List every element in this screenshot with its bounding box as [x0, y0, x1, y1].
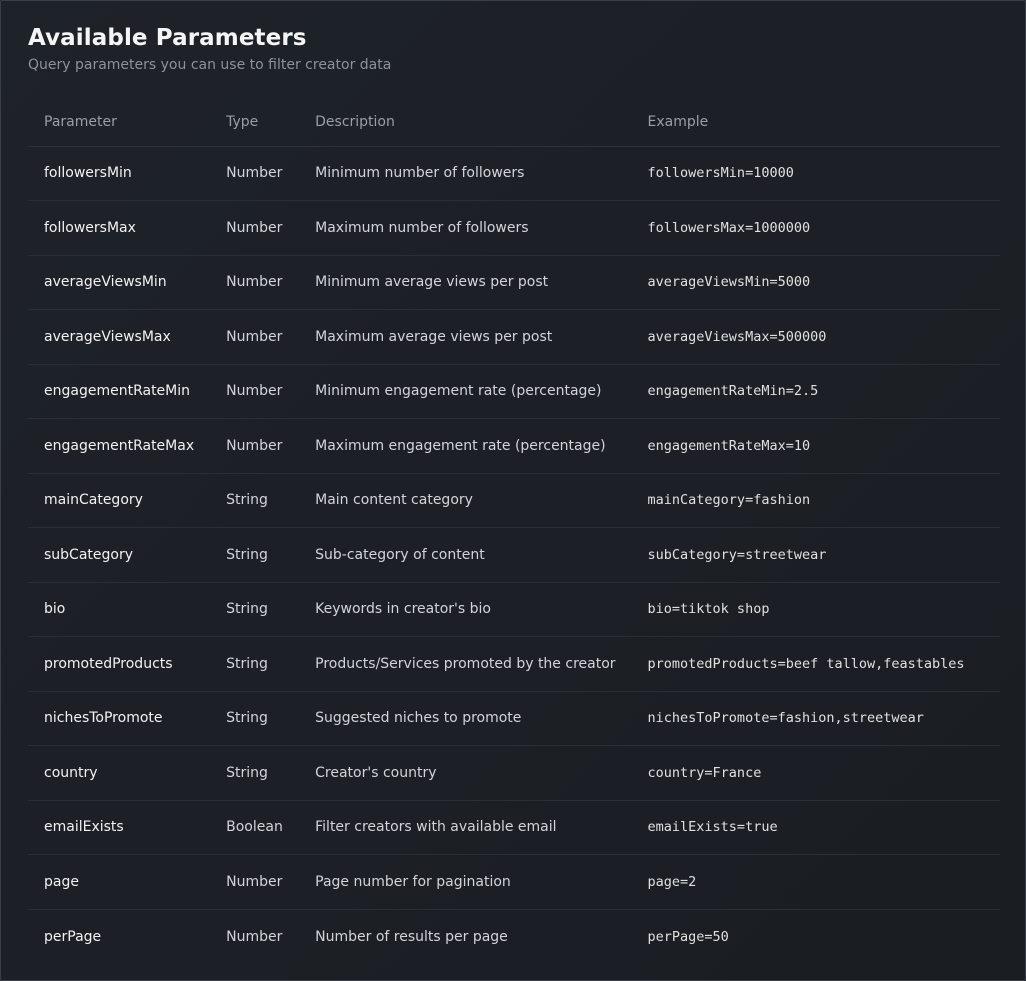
- type-cell: String: [210, 636, 300, 692]
- page-title: Available Parameters: [28, 25, 307, 51]
- column-header-description: Description: [299, 98, 632, 147]
- description-cell: Products/Services promoted by the creato…: [299, 636, 632, 692]
- column-header-example: Example: [631, 98, 1000, 147]
- example-cell: nichesToPromote=fashion,streetwear: [631, 691, 1000, 746]
- example-cell: emailExists=true: [631, 800, 1000, 855]
- example-cell: page=2: [631, 854, 1000, 910]
- type-cell: Number: [226, 928, 283, 945]
- parameter-cell: engagementRateMax: [28, 418, 211, 474]
- table-body: followersMin Number Minimum number of foll…: [28, 146, 1000, 964]
- parameter-cell: nichesToPromote: [28, 691, 211, 746]
- table-row: followersMax Number Maximum number of foll…: [28, 200, 1000, 256]
- description-cell: Minimum number of followers: [299, 146, 632, 201]
- table-row: averageViewsMin Number Minimum average vie…: [28, 255, 1000, 310]
- example-cell: country=France: [631, 745, 1000, 801]
- table-row: followersMin Number Minimum number of foll…: [28, 146, 1000, 201]
- description-cell: Main content category: [299, 473, 632, 528]
- table-row: engagementRateMax Number Maximum engagemen…: [28, 418, 1000, 474]
- type-cell: Number: [210, 309, 300, 365]
- parameter-cell: promotedProducts: [28, 636, 211, 692]
- table-row: bio String Keywords in creator's bio bio=ti…: [28, 582, 1000, 637]
- description-cell: Suggested niches to promote: [299, 691, 632, 746]
- table-row: mainCategory String Main content category m…: [28, 473, 1000, 528]
- table-row: averageViewsMax Number Maximum average vie…: [28, 309, 1000, 365]
- description-cell: Page number for pagination: [299, 854, 632, 910]
- type-cell: String: [210, 745, 300, 801]
- description-cell: Keywords in creator's bio: [299, 582, 632, 637]
- parameter-cell: page: [28, 854, 211, 910]
- description-cell: Minimum engagement rate (percentage): [299, 364, 632, 419]
- parameters-card: Available Parameters Query parameters yo…: [0, 0, 1026, 981]
- parameter-cell: bio: [28, 582, 211, 637]
- parameter-cell: followersMin: [28, 146, 211, 201]
- example-cell: subCategory=streetwear: [631, 527, 1000, 583]
- table-row: engagementRateMin Number Minimum engagemen…: [28, 364, 1000, 419]
- description-cell: Maximum engagement rate (percentage): [299, 418, 632, 474]
- type-cell: Boolean: [210, 800, 300, 855]
- type-cell: String: [210, 473, 300, 528]
- type-cell: Number: [210, 364, 300, 419]
- column-header-type: Type: [210, 98, 300, 147]
- table-row: perPage Number Number of results per page p…: [28, 909, 1000, 964]
- table-header: Parameter Type Description Example: [28, 98, 1000, 147]
- table-row: page Number Page number for pagination page…: [28, 854, 1000, 910]
- parameter-cell: averageViewsMax: [28, 309, 211, 365]
- example-cell: bio=tiktok shop: [631, 582, 1000, 637]
- example-cell: promotedProducts=beef tallow,feastables: [631, 636, 1000, 692]
- example-cell: averageViewsMax=500000: [631, 309, 1000, 365]
- table-row: country String Creator's country country=Fr…: [28, 745, 1000, 801]
- example-cell: engagementRateMin=2.5: [631, 364, 1000, 419]
- type-cell: Number: [210, 255, 300, 310]
- parameter-cell: country: [28, 745, 211, 801]
- header-row: Parameter Type Description Example: [28, 98, 1000, 147]
- description-cell: Creator's country: [299, 745, 632, 801]
- description-cell: Sub-category of content: [299, 527, 632, 583]
- parameter-cell: followersMax: [28, 200, 211, 256]
- description-cell: Maximum average views per post: [299, 309, 632, 365]
- table-row: promotedProducts String Products/Services …: [28, 636, 1000, 692]
- parameter-cell: perPage: [44, 928, 102, 945]
- description-cell: Number of results per page: [315, 928, 508, 945]
- type-cell: Number: [210, 418, 300, 474]
- description-cell: Filter creators with available email: [299, 800, 632, 855]
- table-row: subCategory String Sub-category of content…: [28, 527, 1000, 583]
- example-cell: followersMax=1000000: [631, 200, 1000, 256]
- parameter-cell: averageViewsMin: [28, 255, 211, 310]
- table-row: emailExists Boolean Filter creators with a…: [28, 800, 1000, 855]
- page-subtitle: Query parameters you can use to filter c…: [28, 57, 392, 73]
- type-cell: Number: [210, 854, 300, 910]
- column-header-parameter: Parameter: [28, 98, 211, 147]
- example-cell: followersMin=10000: [631, 146, 1000, 201]
- example-cell: averageViewsMin=5000: [631, 255, 1000, 310]
- example-cell: engagementRateMax=10: [631, 418, 1000, 474]
- parameter-cell: emailExists: [28, 800, 211, 855]
- example-cell: mainCategory=fashion: [631, 473, 1000, 528]
- example-cell: perPage=50: [647, 928, 729, 945]
- type-cell: String: [210, 691, 300, 746]
- description-cell: Minimum average views per post: [299, 255, 632, 310]
- type-cell: String: [210, 582, 300, 637]
- parameters-table: Parameter Type Description Example follo…: [28, 98, 1000, 964]
- parameter-cell: subCategory: [28, 527, 211, 583]
- type-cell: Number: [210, 146, 300, 201]
- table-row: nichesToPromote String Suggested niches to…: [28, 691, 1000, 746]
- description-cell: Maximum number of followers: [299, 200, 632, 256]
- parameter-cell: mainCategory: [28, 473, 211, 528]
- type-cell: Number: [210, 200, 300, 256]
- type-cell: String: [210, 527, 300, 583]
- parameter-cell: engagementRateMin: [28, 364, 211, 419]
